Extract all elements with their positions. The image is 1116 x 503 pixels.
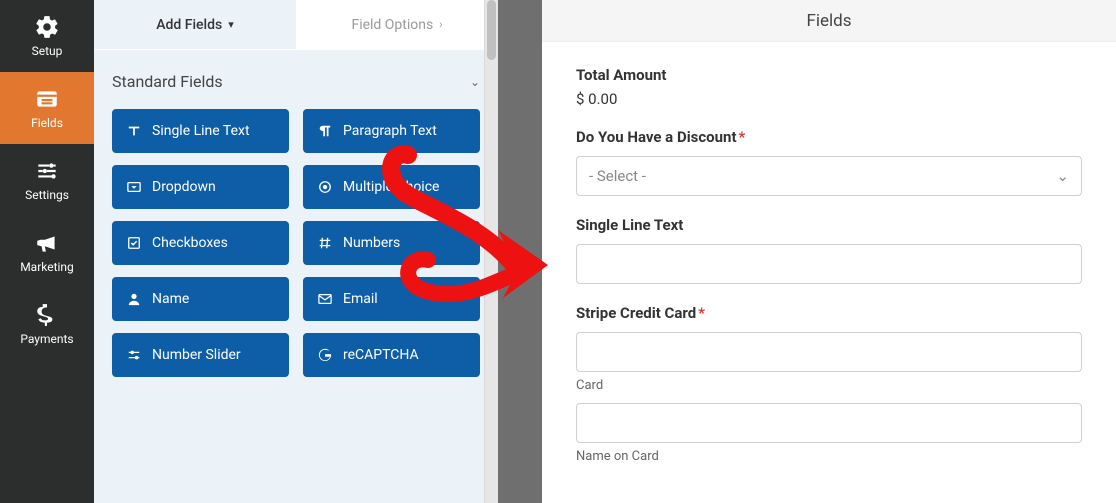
discount-select[interactable]: - Select - ⌄ xyxy=(576,156,1082,196)
tab-field-options[interactable]: Field Options › xyxy=(296,0,498,49)
field-btn-label: Dropdown xyxy=(152,179,216,195)
envelope-icon xyxy=(317,292,333,306)
panel-divider xyxy=(498,0,542,503)
sidebar-label-marketing: Marketing xyxy=(20,260,74,274)
preview-header: Fields xyxy=(542,0,1116,42)
name-on-card-input[interactable] xyxy=(576,403,1082,443)
field-dropdown[interactable]: Dropdown xyxy=(112,165,289,209)
google-icon xyxy=(317,348,333,362)
single-line-text-label: Single Line Text xyxy=(576,216,1082,234)
fields-icon xyxy=(34,86,60,112)
field-recaptcha[interactable]: reCAPTCHA xyxy=(303,333,480,377)
radio-icon xyxy=(317,180,333,194)
field-btn-label: reCAPTCHA xyxy=(343,347,419,363)
field-btn-label: Name xyxy=(152,291,189,307)
field-single-line-text[interactable]: Single Line Text xyxy=(112,109,289,153)
scrollbar-thumb[interactable] xyxy=(487,0,496,60)
name-on-card-sub-label: Name on Card xyxy=(576,449,1082,464)
field-btn-label: Single Line Text xyxy=(152,123,250,139)
card-input[interactable] xyxy=(576,332,1082,372)
sidebar-item-marketing[interactable]: Marketing xyxy=(0,216,94,288)
tab-field-options-label: Field Options xyxy=(351,17,433,33)
chevron-down-icon: ▾ xyxy=(228,18,234,31)
sidebar-label-setup: Setup xyxy=(32,44,63,58)
required-asterisk: * xyxy=(698,304,705,322)
sidebar-label-fields: Fields xyxy=(31,116,63,130)
tab-add-fields[interactable]: Add Fields ▾ xyxy=(94,0,296,49)
sidebar-item-fields[interactable]: Fields xyxy=(0,72,94,144)
discount-select-placeholder: - Select - xyxy=(589,167,646,185)
field-btn-label: Checkboxes xyxy=(152,235,228,251)
field-multiple-choice[interactable]: Multiple Choice xyxy=(303,165,480,209)
section-standard-fields[interactable]: Standard Fields ⌄ xyxy=(112,72,480,91)
dollar-icon xyxy=(34,302,60,328)
stripe-label: Stripe Credit Card* xyxy=(576,304,1082,322)
section-title-label: Standard Fields xyxy=(112,72,223,91)
field-btn-label: Number Slider xyxy=(152,347,241,363)
field-btn-label: Paragraph Text xyxy=(343,123,437,139)
chevron-down-icon: ⌄ xyxy=(470,75,480,89)
required-asterisk: * xyxy=(739,128,746,146)
sidebar-label-settings: Settings xyxy=(25,188,69,202)
field-grid: Single Line Text Paragraph Text Dropdown… xyxy=(112,109,480,377)
total-amount-label: Total Amount xyxy=(576,66,1082,84)
field-numbers[interactable]: Numbers xyxy=(303,221,480,265)
paragraph-icon xyxy=(317,124,333,138)
gear-icon xyxy=(34,14,60,40)
main-sidebar: Setup Fields Settings Marketing Payments xyxy=(0,0,94,503)
chevron-down-icon: ⌄ xyxy=(1056,167,1069,185)
hash-icon xyxy=(317,236,333,250)
field-btn-label: Multiple Choice xyxy=(343,179,439,195)
bullhorn-icon xyxy=(34,230,60,256)
builder-panel: Add Fields ▾ Field Options › Standard Fi… xyxy=(94,0,498,503)
preview-body: Total Amount $ 0.00 Do You Have a Discou… xyxy=(542,42,1116,503)
discount-label: Do You Have a Discount* xyxy=(576,128,1082,146)
person-icon xyxy=(126,292,142,306)
sidebar-item-setup[interactable]: Setup xyxy=(0,0,94,72)
field-name[interactable]: Name xyxy=(112,277,289,321)
sidebar-item-settings[interactable]: Settings xyxy=(0,144,94,216)
preview-header-title: Fields xyxy=(806,11,851,31)
card-sub-label: Card xyxy=(576,378,1082,393)
field-btn-label: Email xyxy=(343,291,378,307)
builder-scrollbar[interactable] xyxy=(484,0,498,503)
field-paragraph-text[interactable]: Paragraph Text xyxy=(303,109,480,153)
total-amount-value: $ 0.00 xyxy=(576,90,1082,108)
checkbox-icon xyxy=(126,236,142,250)
builder-tabs: Add Fields ▾ Field Options › xyxy=(94,0,498,50)
chevron-right-icon: › xyxy=(439,18,442,31)
tab-add-fields-label: Add Fields xyxy=(156,17,222,33)
sliders-icon xyxy=(34,158,60,184)
field-checkboxes[interactable]: Checkboxes xyxy=(112,221,289,265)
preview-panel: Fields Total Amount $ 0.00 Do You Have a… xyxy=(542,0,1116,503)
sidebar-item-payments[interactable]: Payments xyxy=(0,288,94,360)
field-number-slider[interactable]: Number Slider xyxy=(112,333,289,377)
dropdown-icon xyxy=(126,180,142,194)
field-btn-label: Numbers xyxy=(343,235,400,251)
field-email[interactable]: Email xyxy=(303,277,480,321)
slider-icon xyxy=(126,348,142,362)
single-line-text-input[interactable] xyxy=(576,244,1082,284)
sidebar-label-payments: Payments xyxy=(20,332,73,346)
text-icon xyxy=(126,124,142,138)
